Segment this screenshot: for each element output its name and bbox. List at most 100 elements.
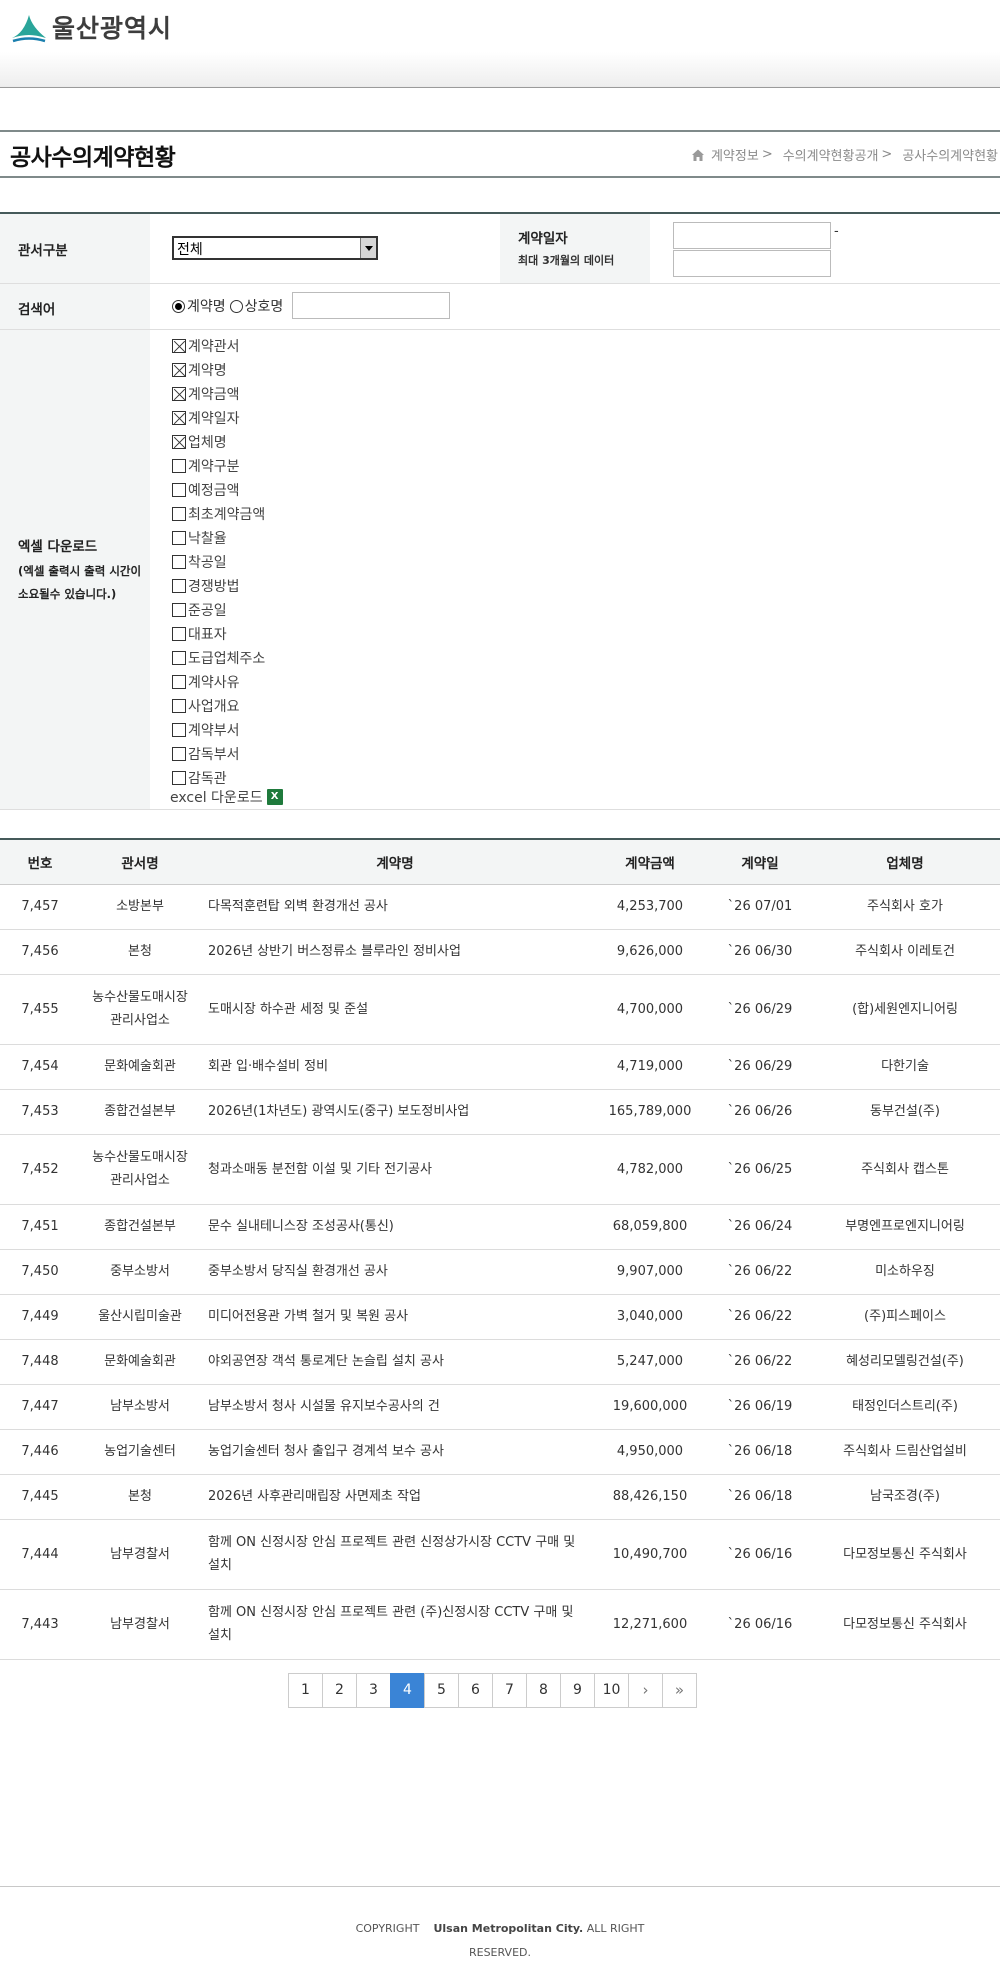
page-link-current[interactable]: 4 bbox=[390, 1673, 425, 1708]
table-row[interactable]: 7,444 남부경찰서 함께 ON 신정시장 안심 프로젝트 관련 신정상가시장 C… bbox=[0, 1519, 1000, 1590]
table-row[interactable]: 7,453 종합건설본부 2026년(1차년도) 광역시도(중구) 보도정비사업 16… bbox=[0, 1089, 1000, 1135]
table-row[interactable]: 7,450 중부소방서 중부소방서 당직실 환경개선 공사 9,907,000 `26 … bbox=[0, 1249, 1000, 1295]
cell-contract-name[interactable]: 남부소방서 청사 시설물 유지보수공사의 건 bbox=[200, 1384, 590, 1430]
keyword-input[interactable] bbox=[292, 292, 450, 319]
cell-amount: 5,247,000 bbox=[590, 1339, 710, 1385]
checkbox-checked[interactable] bbox=[172, 411, 186, 425]
excel-column-option[interactable]: 계약구분 bbox=[172, 454, 265, 478]
page-link[interactable]: 2 bbox=[322, 1673, 357, 1708]
table-row[interactable]: 7,445 본청 2026년 사후관리매립장 사면제초 작업 88,426,150 `2… bbox=[0, 1474, 1000, 1520]
chevron-down-icon[interactable] bbox=[360, 238, 376, 258]
date-to-input[interactable] bbox=[673, 250, 831, 277]
radio-contract-name[interactable]: 계약명 bbox=[172, 296, 226, 316]
checkbox[interactable] bbox=[172, 627, 186, 641]
cell-contract-name[interactable]: 다목적훈련탑 외벽 환경개선 공사 bbox=[200, 884, 590, 930]
checkbox[interactable] bbox=[172, 699, 186, 713]
table-row[interactable]: 7,452 농수산물도매시장 관리사업소 청과소매동 분전함 이설 및 기타 전기공사… bbox=[0, 1134, 1000, 1205]
table-row[interactable]: 7,443 남부경찰서 함께 ON 신정시장 안심 프로젝트 관련 (주)신정시장 … bbox=[0, 1589, 1000, 1660]
excel-column-option[interactable]: 사업개요 bbox=[172, 694, 265, 718]
radio-button[interactable] bbox=[229, 299, 243, 313]
cell-contract-name[interactable]: 2026년 사후관리매립장 사면제초 작업 bbox=[200, 1474, 590, 1520]
excel-column-option[interactable]: 도급업체주소 bbox=[172, 646, 265, 670]
page-link[interactable]: 5 bbox=[424, 1673, 459, 1708]
cell-contract-name[interactable]: 문수 실내테니스장 조성공사(통신) bbox=[200, 1204, 590, 1250]
page-link[interactable]: 7 bbox=[492, 1673, 527, 1708]
excel-column-option[interactable]: 예정금액 bbox=[172, 478, 265, 502]
excel-column-option[interactable]: 준공일 bbox=[172, 598, 265, 622]
checkbox-checked[interactable] bbox=[172, 387, 186, 401]
checkbox[interactable] bbox=[172, 651, 186, 665]
checkbox[interactable] bbox=[172, 531, 186, 545]
table-row[interactable]: 7,448 문화예술회관 야외공연장 객석 통로계단 논슬립 설치 공사 5,247,… bbox=[0, 1339, 1000, 1385]
checkbox[interactable] bbox=[172, 723, 186, 737]
excel-column-option[interactable]: 계약사유 bbox=[172, 670, 265, 694]
checkbox[interactable] bbox=[172, 579, 186, 593]
cell-contract-name[interactable]: 함께 ON 신정시장 안심 프로젝트 관련 신정상가시장 CCTV 구매 및 설… bbox=[200, 1519, 590, 1590]
excel-column-option[interactable]: 업체명 bbox=[172, 430, 265, 454]
cell-contract-name[interactable]: 야외공연장 객석 통로계단 논슬립 설치 공사 bbox=[200, 1339, 590, 1385]
radio-button-checked[interactable] bbox=[172, 299, 185, 313]
checkbox[interactable] bbox=[172, 603, 186, 617]
table-row[interactable]: 7,447 남부소방서 남부소방서 청사 시설물 유지보수공사의 건 19,600,0… bbox=[0, 1384, 1000, 1430]
page-link[interactable]: 10 bbox=[594, 1673, 629, 1708]
table-row[interactable]: 7,451 종합건설본부 문수 실내테니스장 조성공사(통신) 68,059,800 `… bbox=[0, 1204, 1000, 1250]
table-row[interactable]: 7,457 소방본부 다목적훈련탑 외벽 환경개선 공사 4,253,700 `26 0… bbox=[0, 884, 1000, 930]
cell-contract-name[interactable]: 도매시장 하수관 세정 및 준설 bbox=[200, 974, 590, 1045]
last-page-icon[interactable]: » bbox=[662, 1673, 697, 1708]
checkbox[interactable] bbox=[172, 459, 186, 473]
page-link[interactable]: 9 bbox=[560, 1673, 595, 1708]
next-page-icon[interactable]: › bbox=[628, 1673, 663, 1708]
page-link[interactable]: 1 bbox=[288, 1673, 323, 1708]
cell-contract-name[interactable]: 함께 ON 신정시장 안심 프로젝트 관련 (주)신정시장 CCTV 구매 및 … bbox=[200, 1589, 590, 1660]
checkbox-checked[interactable] bbox=[172, 435, 186, 449]
checkbox-checked[interactable] bbox=[172, 363, 186, 377]
cell-contract-name[interactable]: 미디어전용관 가벽 철거 및 복원 공사 bbox=[200, 1294, 590, 1340]
excel-column-option[interactable]: 계약금액 bbox=[172, 382, 265, 406]
excel-column-option[interactable]: 감독부서 bbox=[172, 742, 265, 766]
excel-column-option[interactable]: 계약관서 bbox=[172, 334, 265, 358]
cell-contract-name[interactable]: 중부소방서 당직실 환경개선 공사 bbox=[200, 1249, 590, 1295]
excel-column-option[interactable]: 경쟁방법 bbox=[172, 574, 265, 598]
excel-column-option[interactable]: 계약부서 bbox=[172, 718, 265, 742]
cell-contract-name[interactable]: 2026년(1차년도) 광역시도(중구) 보도정비사업 bbox=[200, 1089, 590, 1135]
excel-column-option[interactable]: 낙찰율 bbox=[172, 526, 265, 550]
table-row[interactable]: 7,454 문화예술회관 회관 입·배수설비 정비 4,719,000 `26 06/2… bbox=[0, 1044, 1000, 1090]
table-row[interactable]: 7,455 농수산물도매시장 관리사업소 도매시장 하수관 세정 및 준설 4,700,… bbox=[0, 974, 1000, 1045]
checkbox[interactable] bbox=[172, 483, 186, 497]
page-link[interactable]: 3 bbox=[356, 1673, 391, 1708]
date-from-input[interactable] bbox=[673, 222, 831, 249]
excel-column-option[interactable]: 계약명 bbox=[172, 358, 265, 382]
cell-date: `26 06/18 bbox=[710, 1474, 810, 1520]
checkbox[interactable] bbox=[172, 771, 186, 785]
cell-contract-name[interactable]: 청과소매동 분전함 이설 및 기타 전기공사 bbox=[200, 1134, 590, 1205]
excel-column-option[interactable]: 대표자 bbox=[172, 622, 265, 646]
page-link[interactable]: 8 bbox=[526, 1673, 561, 1708]
checkbox[interactable] bbox=[172, 555, 186, 569]
checkbox-label: 감독부서 bbox=[188, 747, 240, 763]
radio-company-name[interactable]: 상호명 bbox=[229, 296, 283, 316]
cell-contract-name[interactable]: 회관 입·배수설비 정비 bbox=[200, 1044, 590, 1090]
cell-contract-name[interactable]: 2026년 상반기 버스정류소 블루라인 정비사업 bbox=[200, 929, 590, 975]
table-row[interactable]: 7,456 본청 2026년 상반기 버스정류소 블루라인 정비사업 9,626,00… bbox=[0, 929, 1000, 975]
cell-company: 혜성리모델링건설(주) bbox=[810, 1339, 1000, 1385]
checkbox[interactable] bbox=[172, 675, 186, 689]
excel-column-option[interactable]: 계약일자 bbox=[172, 406, 265, 430]
table-row[interactable]: 7,449 울산시립미술관 미디어전용관 가벽 철거 및 복원 공사 3,040,00… bbox=[0, 1294, 1000, 1340]
cell-contract-name[interactable]: 농업기술센터 청사 출입구 경계석 보수 공사 bbox=[200, 1429, 590, 1475]
excel-download-button[interactable]: excel 다운로드 X bbox=[170, 787, 283, 807]
site-logo[interactable]: 울산광역시 bbox=[10, 10, 172, 44]
cell-amount: 3,040,000 bbox=[590, 1294, 710, 1340]
office-select[interactable]: 전체 bbox=[172, 236, 378, 260]
checkbox-checked[interactable] bbox=[172, 339, 186, 353]
home-icon[interactable] bbox=[691, 148, 705, 162]
breadcrumb-item[interactable]: 계약정보 bbox=[711, 145, 759, 164]
checkbox[interactable] bbox=[172, 747, 186, 761]
excel-file-icon[interactable]: X bbox=[266, 789, 283, 805]
table-row[interactable]: 7,446 농업기술센터 농업기술센터 청사 출입구 경계석 보수 공사 4,950,… bbox=[0, 1429, 1000, 1475]
breadcrumb-item[interactable]: 공사수의계약현황 bbox=[902, 145, 998, 164]
breadcrumb-item[interactable]: 수의계약현황공개 bbox=[783, 145, 879, 164]
checkbox[interactable] bbox=[172, 507, 186, 521]
excel-column-option[interactable]: 착공일 bbox=[172, 550, 265, 574]
excel-column-option[interactable]: 최초계약금액 bbox=[172, 502, 265, 526]
page-link[interactable]: 6 bbox=[458, 1673, 493, 1708]
